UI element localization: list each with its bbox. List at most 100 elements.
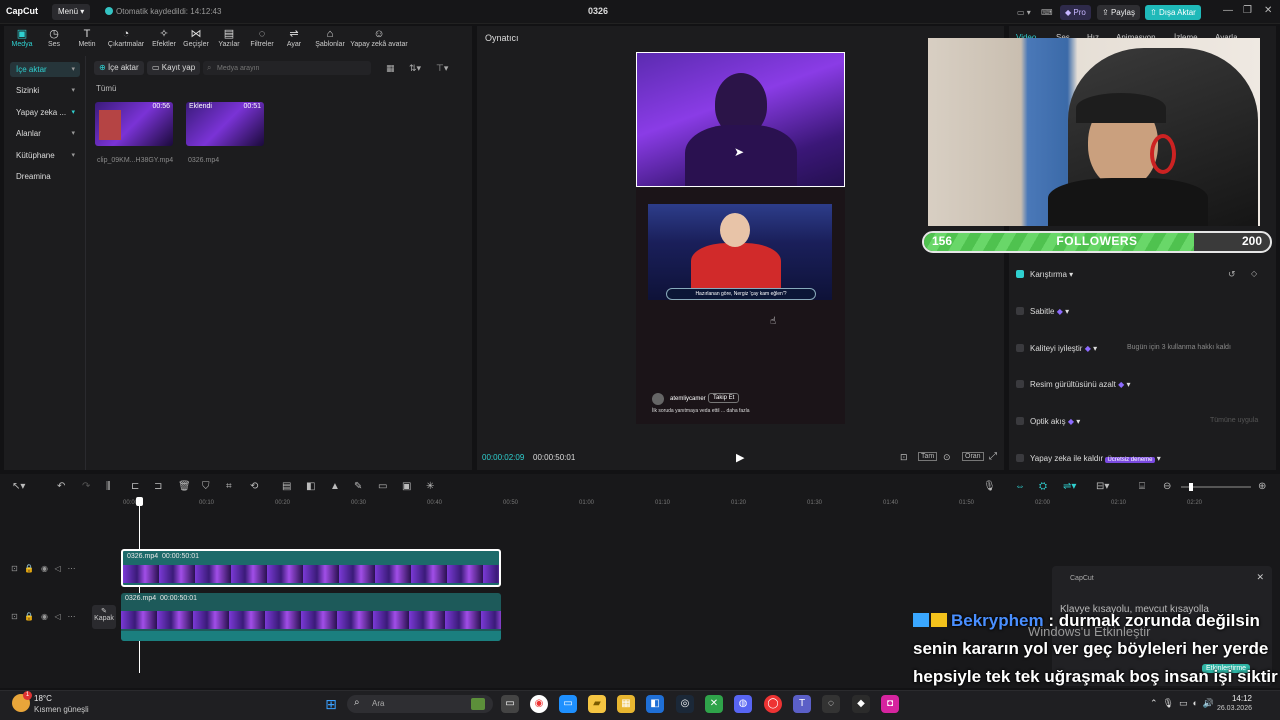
filter-all[interactable]: Tümü (96, 84, 116, 93)
zoom-out-icon[interactable]: ⊖ (1163, 481, 1171, 492)
reset-icon[interactable]: ↺ (1228, 269, 1236, 280)
option-enhance[interactable]: Kaliteyi iyileştir ◆ ▾ (1016, 344, 1097, 353)
tool-adjust[interactable]: ⇌ Ayar (276, 28, 312, 48)
checkbox-icon[interactable] (1016, 417, 1024, 425)
chrome-icon[interactable]: ◉ (530, 695, 548, 713)
magnet-icon[interactable]: ⛭ (1039, 481, 1047, 492)
option-blend[interactable]: Karıştırma ▾ (1016, 270, 1073, 279)
timeline-clip[interactable]: 0326.mp4 00:00:50:01 (121, 549, 501, 587)
minimize-icon[interactable]: — (1223, 5, 1233, 16)
close-icon[interactable]: ✕ (1264, 5, 1272, 16)
media-search[interactable]: ⌕ (203, 61, 371, 75)
link-icon[interactable]: ⇔ (1015, 481, 1025, 492)
subtitle-icon[interactable]: ⌸ (1139, 481, 1145, 492)
caption-tool-icon[interactable]: ▭ (378, 481, 387, 492)
taskbar-search[interactable]: ⌕ Ara (347, 695, 493, 713)
checkbox-icon[interactable] (1016, 344, 1024, 352)
pro-button[interactable]: ◆ Pro (1060, 5, 1091, 20)
snap-icon[interactable]: ⇌▾ (1063, 481, 1076, 492)
option-ai-remove[interactable]: Yapay zeka ile kaldır Ücretsiz deneme ▾ (1016, 454, 1161, 463)
preview-axis-icon[interactable]: ⊟▾ (1096, 481, 1109, 492)
option-denoise[interactable]: Resim gürültüsünü azalt ◆ ▾ (1016, 380, 1130, 389)
store-icon[interactable]: ▦ (617, 695, 635, 713)
menu-button[interactable]: Menü ▾ (52, 4, 91, 20)
option-stabilize[interactable]: Sabitle ◆ ▾ (1016, 307, 1069, 316)
steam-icon[interactable]: ◎ (676, 695, 694, 713)
teams-icon[interactable]: T (793, 695, 811, 713)
xbox-icon[interactable]: ✕ (705, 695, 723, 713)
ratio-button[interactable]: Oran (962, 452, 984, 461)
redo-icon[interactable]: ↷ (82, 481, 90, 492)
tool-templates[interactable]: ⌂ Şablonlar (310, 28, 350, 48)
checkbox-icon[interactable] (1016, 454, 1024, 462)
undo-icon[interactable]: ↶ (57, 481, 65, 492)
tool-media[interactable]: ▣ Medya (4, 28, 40, 48)
microphone-icon[interactable]: 🎙 (983, 481, 996, 492)
opera-icon[interactable]: ◯ (764, 695, 782, 713)
monitor-icon[interactable]: ▭ (559, 695, 577, 713)
tool-ai-avatar[interactable]: ☺ Yapay zekâ avatar (348, 28, 410, 48)
sort-icon[interactable]: ⇅▾ (409, 63, 421, 74)
tool-audio[interactable]: ◷ Ses (36, 28, 72, 48)
windows-start-icon[interactable]: ⊞ (322, 695, 340, 713)
layout-icon[interactable]: ▭ ▾ (1012, 5, 1036, 20)
track-hide-icon[interactable]: ⊡ 🔒 ◉ ◁ ⋯ (11, 564, 75, 573)
freeze-icon[interactable]: ▤ (282, 481, 291, 492)
image-tool-icon[interactable]: ▣ (402, 481, 411, 492)
split-right-icon[interactable]: ⊐ (154, 481, 162, 492)
share-button[interactable]: ⇪ Paylaş (1097, 5, 1140, 20)
track-hide-icon[interactable]: ⊡ 🔒 ◉ ◁ ⋯ (11, 612, 75, 621)
tool-filters[interactable]: ◌ Filtreler (244, 28, 280, 48)
filter-dropdown-icon[interactable]: ⊤▾ (436, 63, 448, 74)
zoom-in-icon[interactable]: ⊕ (1258, 481, 1266, 492)
option-optical-flow[interactable]: Optik akış ◆ ▾ (1016, 417, 1080, 426)
maximize-icon[interactable]: ❐ (1243, 5, 1252, 16)
crop-tool-icon[interactable]: ⌗ (226, 481, 232, 492)
folder-icon[interactable]: ▰ (588, 695, 606, 713)
mirror-icon[interactable]: ◧ (306, 481, 315, 492)
sidebar-item-yours[interactable]: Sizinki ▾ (10, 83, 80, 98)
tool-text[interactable]: T Metin (69, 28, 105, 48)
export-button[interactable]: ⇧ Dışa Aktar (1145, 5, 1201, 20)
zoom-slider[interactable] (1181, 483, 1251, 491)
cover-button[interactable]: ✎ Kapak (92, 605, 116, 629)
quality-button[interactable]: Tam (918, 452, 938, 461)
magic-icon[interactable]: ✎ (354, 481, 362, 492)
import-button[interactable]: ⊕ İçe aktar (94, 61, 144, 75)
video-preview-top[interactable]: ➤ (636, 52, 845, 187)
speed-icon[interactable]: ⟲ (250, 481, 258, 492)
sparkle-icon[interactable]: ✳ (426, 481, 434, 492)
split-left-icon[interactable]: ⊏ (131, 481, 139, 492)
tool-stickers[interactable]: ◔ Çıkartmalar (104, 28, 148, 48)
playhead-handle[interactable] (136, 497, 143, 506)
instagram-icon[interactable]: ◘ (881, 695, 899, 713)
outlook-icon[interactable]: ◧ (646, 695, 664, 713)
play-icon[interactable]: ▶ (736, 451, 744, 464)
tool-captions[interactable]: ▤ Yazılar (211, 28, 247, 48)
shortcuts-icon[interactable]: ⌨ (1036, 5, 1058, 20)
apply-all-link[interactable]: Tümüne uygula (1210, 417, 1258, 424)
timeline-clip[interactable]: 0326.mp4 00:00:50:01 (121, 593, 501, 641)
task-view-icon[interactable]: ▭ (501, 695, 519, 713)
sidebar-item-ai[interactable]: Yapay zeka ... ▾ (10, 105, 80, 120)
sidebar-item-dreamina[interactable]: Dreamina (10, 169, 80, 184)
record-button[interactable]: ▭ Kayıt yap (147, 61, 201, 75)
screenshot-icon[interactable]: ⊙ (943, 452, 951, 463)
view-grid-icon[interactable]: ▦ (386, 63, 395, 74)
checkbox-icon[interactable] (1016, 380, 1024, 388)
app-icon[interactable]: ◆ (852, 695, 870, 713)
checkbox-icon[interactable] (1016, 270, 1024, 278)
toast-close-icon[interactable]: ✕ (1256, 572, 1264, 583)
color-icon[interactable]: ▲ (330, 481, 340, 492)
select-tool-icon[interactable]: ↖▾ (12, 481, 25, 492)
discord-icon[interactable]: ◍ (734, 695, 752, 713)
zoom-handle[interactable] (1189, 483, 1193, 491)
tool-transitions[interactable]: ⋈ Geçişler (178, 28, 214, 48)
media-thumbnail[interactable]: 00:56 (95, 102, 173, 146)
sidebar-item-import[interactable]: İçe aktar ▾ (10, 62, 80, 77)
checkbox-icon[interactable] (1016, 307, 1024, 315)
fullscreen-icon[interactable]: ⤢ (989, 451, 997, 462)
sidebar-item-library[interactable]: Kütüphane ▾ (10, 148, 80, 163)
video-preview-bottom[interactable]: Hazırlanan göre, Nergiz 'çay kam eğlen'?… (636, 188, 845, 424)
tool-effects[interactable]: ✧ Efektler (146, 28, 182, 48)
